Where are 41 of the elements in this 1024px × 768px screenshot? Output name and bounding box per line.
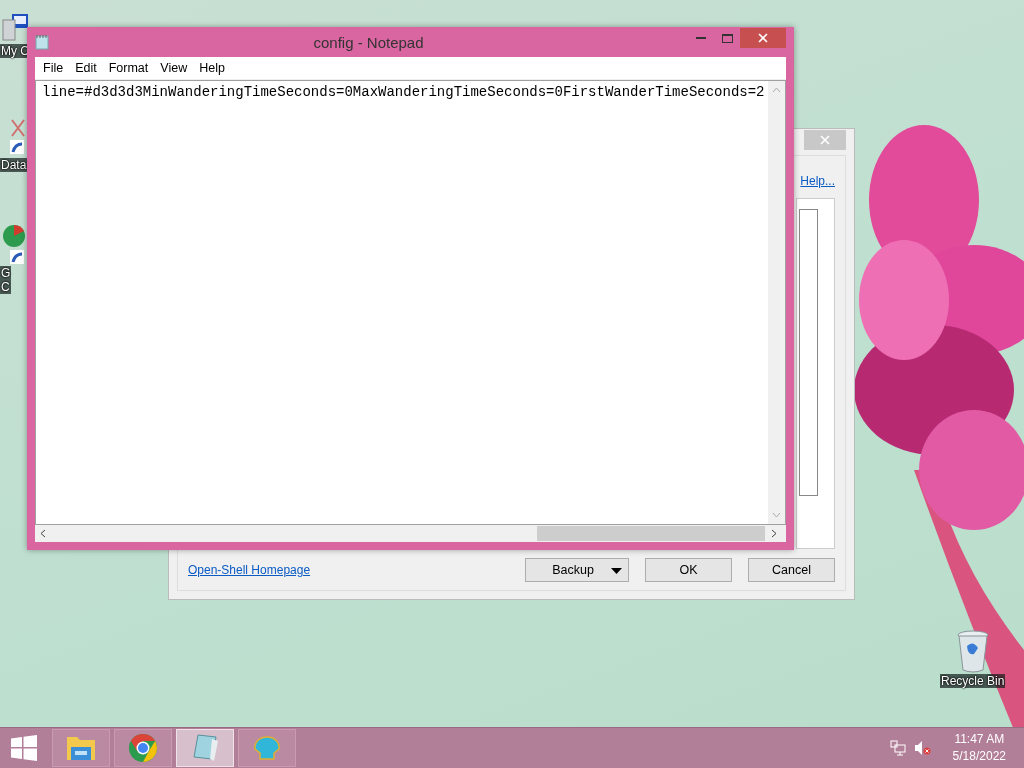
- menu-item[interactable]: View: [154, 61, 194, 75]
- network-icon[interactable]: [889, 740, 906, 756]
- chrome-icon: [128, 733, 158, 763]
- vertical-scrollbar[interactable]: [768, 81, 785, 524]
- dialog-button[interactable]: Cancel: [748, 558, 835, 582]
- text-editor-content: line=#d3d3d3MinWanderingTimeSeconds=0MaxWanderingTimeSeconds=0FirstWanderTimeSeconds=2: [41, 83, 766, 100]
- icon-label: G: [0, 266, 12, 280]
- clock-time: 11:47 AM: [954, 731, 1005, 748]
- shell-icon: [252, 734, 282, 762]
- scroll-down-icon[interactable]: [772, 512, 781, 518]
- scroll-up-icon[interactable]: [772, 87, 781, 93]
- menu-item[interactable]: Format: [102, 61, 155, 75]
- dialog-button[interactable]: OK: [645, 558, 732, 582]
- minimize-icon: [696, 37, 706, 39]
- menu-item[interactable]: Edit: [69, 61, 103, 75]
- homepage-link[interactable]: Open-Shell Homepage: [188, 563, 311, 577]
- clock-date: 5/18/2022: [952, 748, 1006, 765]
- close-button[interactable]: [740, 28, 786, 48]
- horizontal-scrollbar[interactable]: [35, 525, 786, 542]
- icon-label: Data: [0, 158, 28, 172]
- recycle-bin-icon[interactable]: [955, 630, 990, 674]
- backup-dropdown-button[interactable]: Backup: [525, 558, 629, 582]
- menu-item[interactable]: Help: [193, 61, 231, 75]
- computer-icon[interactable]: [0, 12, 30, 44]
- notepad-icon: [190, 733, 220, 763]
- maximize-icon: [721, 33, 733, 43]
- caret-icon: [611, 568, 622, 574]
- window-title: config - Notepad: [312, 33, 425, 51]
- icon-label: Recycle Bin: [940, 674, 1006, 688]
- menu-item[interactable]: File: [37, 61, 70, 75]
- list-box[interactable]: [799, 209, 818, 496]
- close-icon: [758, 33, 768, 43]
- notepad-icon: [35, 34, 49, 50]
- windows-logo-icon: [11, 735, 37, 761]
- taskbar-app-button[interactable]: [114, 729, 172, 767]
- help-link[interactable]: Help...: [800, 174, 835, 188]
- muted-speaker-icon[interactable]: [913, 740, 931, 756]
- icon-label: C: [0, 280, 11, 294]
- shortcut-icon[interactable]: [0, 222, 26, 266]
- taskbar-app-button[interactable]: [52, 729, 110, 767]
- close-icon: [820, 135, 830, 145]
